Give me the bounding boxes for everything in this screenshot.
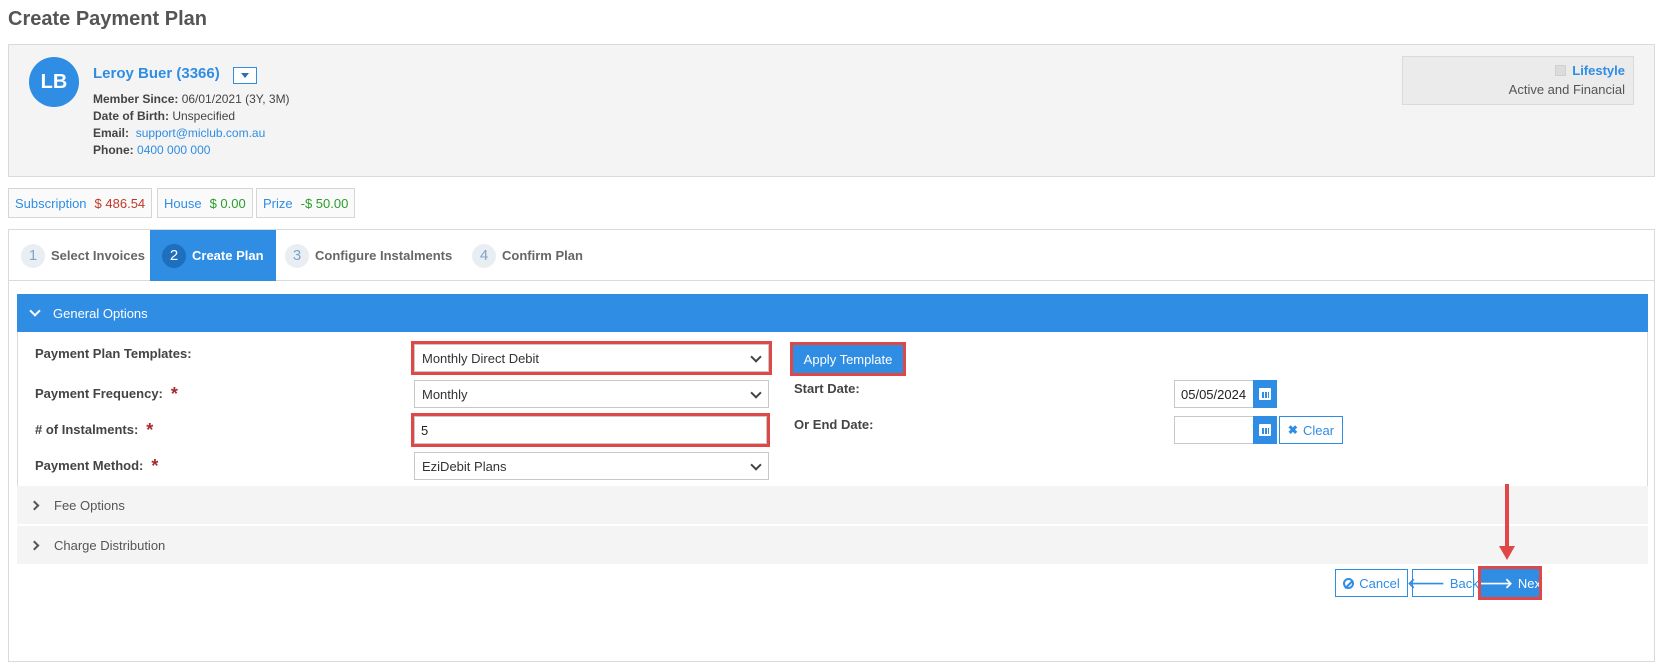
frequency-value: Monthly	[422, 386, 468, 402]
member-since-value: 06/01/2021 (3Y, 3M)	[181, 92, 290, 106]
step-number: 4	[472, 243, 496, 268]
chevron-down-icon	[750, 351, 762, 363]
step-label: Select Invoices	[51, 248, 145, 263]
cancel-label: Cancel	[1359, 575, 1400, 591]
balance-label[interactable]: House	[164, 196, 202, 211]
cancel-button[interactable]: Cancel	[1335, 569, 1408, 597]
chevron-down-icon	[750, 459, 762, 471]
ban-icon	[1343, 577, 1355, 589]
calendar-icon	[1259, 388, 1271, 400]
step-number: 3	[285, 243, 309, 268]
membership-tier-box: Lifestyle Active and Financial	[1402, 56, 1634, 105]
arrow-left-icon: 🡐	[1407, 575, 1445, 591]
wizard-steps: 1 Select Invoices 2 Create Plan 3 Config…	[9, 230, 1654, 281]
method-label-text: Payment Method:	[35, 458, 144, 473]
avatar: LB	[29, 57, 79, 107]
annotation-arrow-line	[1505, 484, 1509, 550]
calendar-icon	[1259, 424, 1271, 436]
step-configure-instalments[interactable]: 3 Configure Instalments	[285, 230, 452, 281]
template-value: Monthly Direct Debit	[422, 350, 540, 366]
general-options-body: Payment Plan Templates: Monthly Direct D…	[17, 332, 1648, 503]
start-date-input[interactable]: 05/05/2024	[1174, 380, 1254, 408]
tier-name-link[interactable]: Lifestyle	[1572, 63, 1625, 78]
balance-label[interactable]: Subscription	[15, 196, 87, 211]
template-select[interactable]: Monthly Direct Debit	[411, 341, 772, 375]
chevron-right-icon	[29, 500, 40, 510]
dob-value: Unspecified	[172, 109, 236, 123]
balance-value: $ 486.54	[94, 195, 146, 211]
instalments-input[interactable]: 5	[411, 413, 770, 447]
clear-label: Clear	[1302, 422, 1335, 438]
page-title: Create Payment Plan	[8, 8, 207, 30]
chevron-right-icon	[29, 540, 40, 550]
section-title: Charge Distribution	[54, 537, 166, 553]
email-link[interactable]: support@miclub.com.au	[136, 126, 266, 140]
template-label: Payment Plan Templates:	[35, 346, 192, 361]
general-options-header[interactable]: General Options	[17, 294, 1648, 332]
back-button[interactable]: 🡐 Back	[1407, 569, 1479, 597]
end-date-input[interactable]	[1174, 416, 1254, 444]
phone-link[interactable]: 0400 000 000	[137, 143, 210, 157]
tier-status: Active and Financial	[1508, 82, 1625, 97]
start-date-label: Start Date:	[794, 381, 860, 396]
method-label: Payment Method: *	[35, 454, 159, 476]
arrow-right-icon: 🡒	[1475, 575, 1513, 591]
member-card: LB Leroy Buer (3366) Member Since: 06/01…	[8, 44, 1655, 177]
step-label: Configure Instalments	[315, 248, 453, 263]
step-select-invoices[interactable]: 1 Select Invoices	[21, 230, 145, 281]
end-date-calendar-button[interactable]	[1253, 416, 1277, 444]
next-label: Next	[1517, 575, 1545, 591]
member-since-label: Member Since:	[93, 92, 179, 106]
balance-house: House $ 0.00	[157, 188, 253, 218]
dob-label: Date of Birth:	[93, 109, 169, 123]
clear-end-date-button[interactable]: ✖ Clear	[1279, 416, 1343, 444]
balance-subscription: Subscription $ 486.54	[8, 188, 153, 218]
end-date-label: Or End Date:	[794, 417, 874, 432]
frequency-label: Payment Frequency: *	[35, 382, 178, 404]
annotation-arrow-head	[1499, 546, 1515, 560]
required-asterisk: *	[170, 384, 178, 404]
apply-template-button[interactable]: Apply Template	[790, 342, 906, 376]
frequency-select[interactable]: Monthly	[414, 380, 769, 408]
instalments-label-text: # of Instalments:	[35, 422, 139, 437]
frequency-label-text: Payment Frequency:	[35, 386, 163, 401]
method-select[interactable]: EziDebit Plans	[414, 452, 769, 480]
wizard-panel: 1 Select Invoices 2 Create Plan 3 Config…	[8, 229, 1655, 662]
balance-prize: Prize -$ 50.00	[256, 188, 356, 218]
start-date-calendar-button[interactable]	[1253, 380, 1277, 408]
instalments-label: # of Instalments: *	[35, 418, 154, 440]
next-button[interactable]: 🡒 Next	[1475, 566, 1545, 600]
phone-label: Phone:	[93, 143, 134, 157]
tier-color-swatch	[1555, 65, 1566, 76]
balance-value: -$ 50.00	[300, 195, 349, 211]
close-icon: ✖	[1287, 423, 1298, 437]
chevron-down-icon	[29, 305, 41, 317]
caret-down-icon	[241, 73, 249, 78]
step-number: 1	[21, 243, 45, 268]
member-dropdown-button[interactable]	[233, 67, 257, 84]
method-value: EziDebit Plans	[422, 458, 507, 474]
balance-value: $ 0.00	[209, 195, 246, 211]
step-label: Confirm Plan	[502, 248, 583, 263]
required-asterisk: *	[151, 456, 159, 476]
chevron-down-icon	[750, 387, 762, 399]
step-create-plan[interactable]: 2 Create Plan	[150, 230, 276, 281]
email-label: Email:	[93, 126, 130, 140]
member-details: Member Since: 06/01/2021 (3Y, 3M) Date o…	[93, 91, 290, 159]
balance-label[interactable]: Prize	[263, 196, 293, 211]
step-number: 2	[162, 243, 186, 268]
fee-options-header[interactable]: Fee Options	[17, 486, 1648, 524]
step-label: Create Plan	[192, 248, 264, 263]
section-title: General Options	[53, 305, 148, 321]
required-asterisk: *	[146, 420, 154, 440]
charge-distribution-header[interactable]: Charge Distribution	[17, 526, 1648, 564]
step-confirm-plan[interactable]: 4 Confirm Plan	[472, 230, 583, 281]
section-title: Fee Options	[54, 497, 125, 513]
member-name-link[interactable]: Leroy Buer (3366)	[93, 65, 220, 82]
